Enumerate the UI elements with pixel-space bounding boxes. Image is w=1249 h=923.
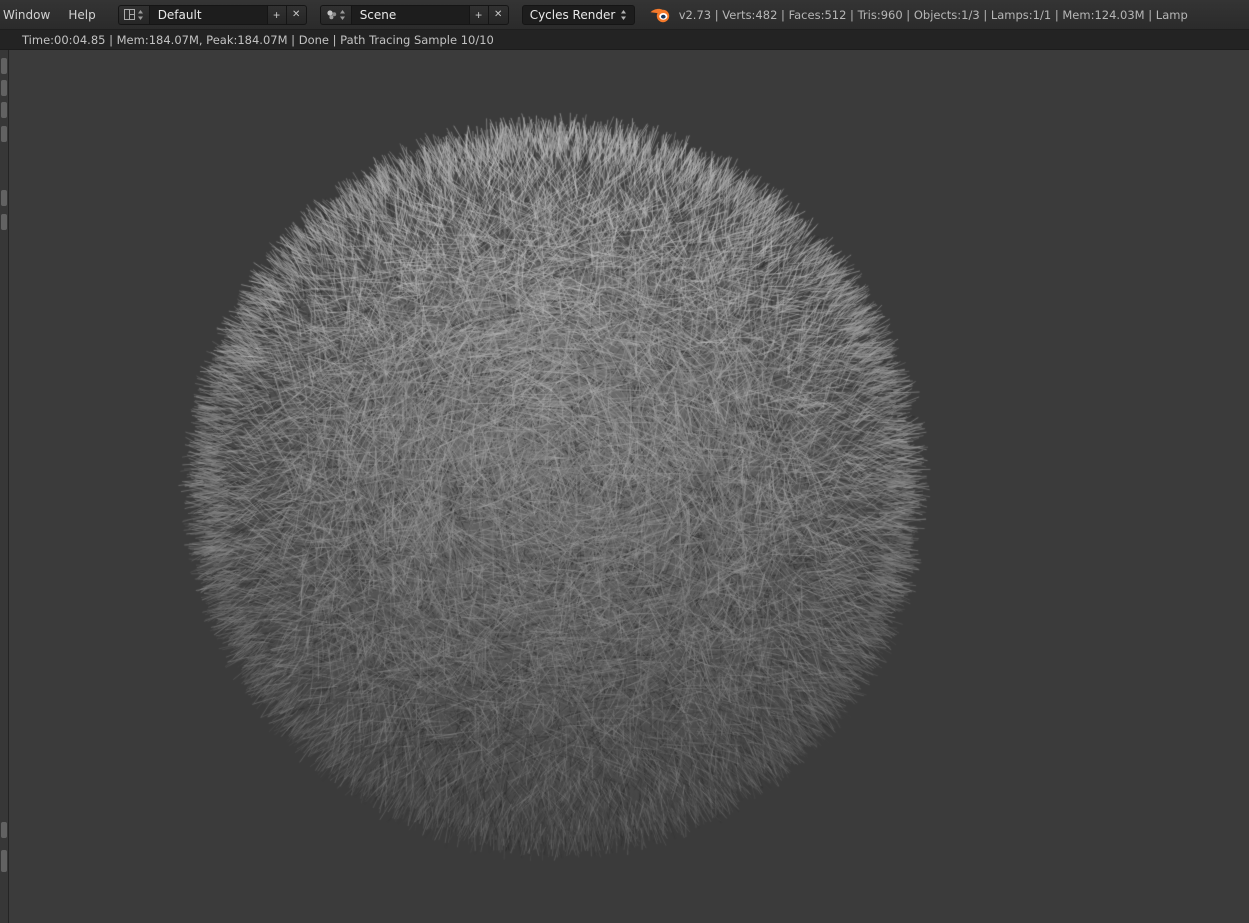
render-engine-select[interactable]: Cycles Render [521,4,635,25]
region-tab-icon[interactable] [1,126,7,142]
render-viewport[interactable] [9,50,1249,923]
menu-help[interactable]: Help [59,8,104,22]
region-tab-icon[interactable] [1,850,7,872]
info-header: Window Help Default + ✕ Scene + ✕ Cycles… [0,0,1249,30]
chevron-updown-icon [620,9,627,21]
scene-browse-button[interactable] [319,4,351,25]
blender-window: Window Help Default + ✕ Scene + ✕ Cycles… [0,0,1249,923]
chevron-updown-icon [137,9,144,21]
screen-layout-selector: Default + ✕ [117,4,307,25]
screen-layout-unlink-button[interactable]: ✕ [286,4,307,25]
region-tab-icon[interactable] [1,102,7,118]
scene-stats-text: v2.73 | Verts:482 | Faces:512 | Tris:960… [678,7,1188,22]
scene-icon [326,9,337,20]
blender-logo-icon [650,7,671,23]
screen-layout-add-button[interactable]: + [266,4,287,25]
render-status-text: Time:00:04.85 | Mem:184.07M, Peak:184.07… [22,32,494,47]
region-tab-icon[interactable] [1,58,7,74]
region-tab-icon[interactable] [1,822,7,838]
render-result-image [9,50,1249,923]
region-tab-icon[interactable] [1,190,7,206]
render-status-bar: Time:00:04.85 | Mem:184.07M, Peak:184.07… [0,30,1249,50]
screen-layout-browse-button[interactable] [117,4,149,25]
screen-layout-name-field[interactable]: Default [148,4,267,25]
screen-layout-icon [123,9,135,20]
left-region-edge[interactable] [0,50,9,923]
chevron-updown-icon [339,9,346,21]
scene-add-button[interactable]: + [468,4,489,25]
scene-selector: Scene + ✕ [319,4,509,25]
region-tab-icon[interactable] [1,80,7,96]
scene-name-field[interactable]: Scene [350,4,469,25]
scene-unlink-button[interactable]: ✕ [488,4,509,25]
region-tab-icon[interactable] [1,214,7,230]
render-engine-value: Cycles Render [529,7,616,22]
menu-window[interactable]: Window [0,8,59,22]
